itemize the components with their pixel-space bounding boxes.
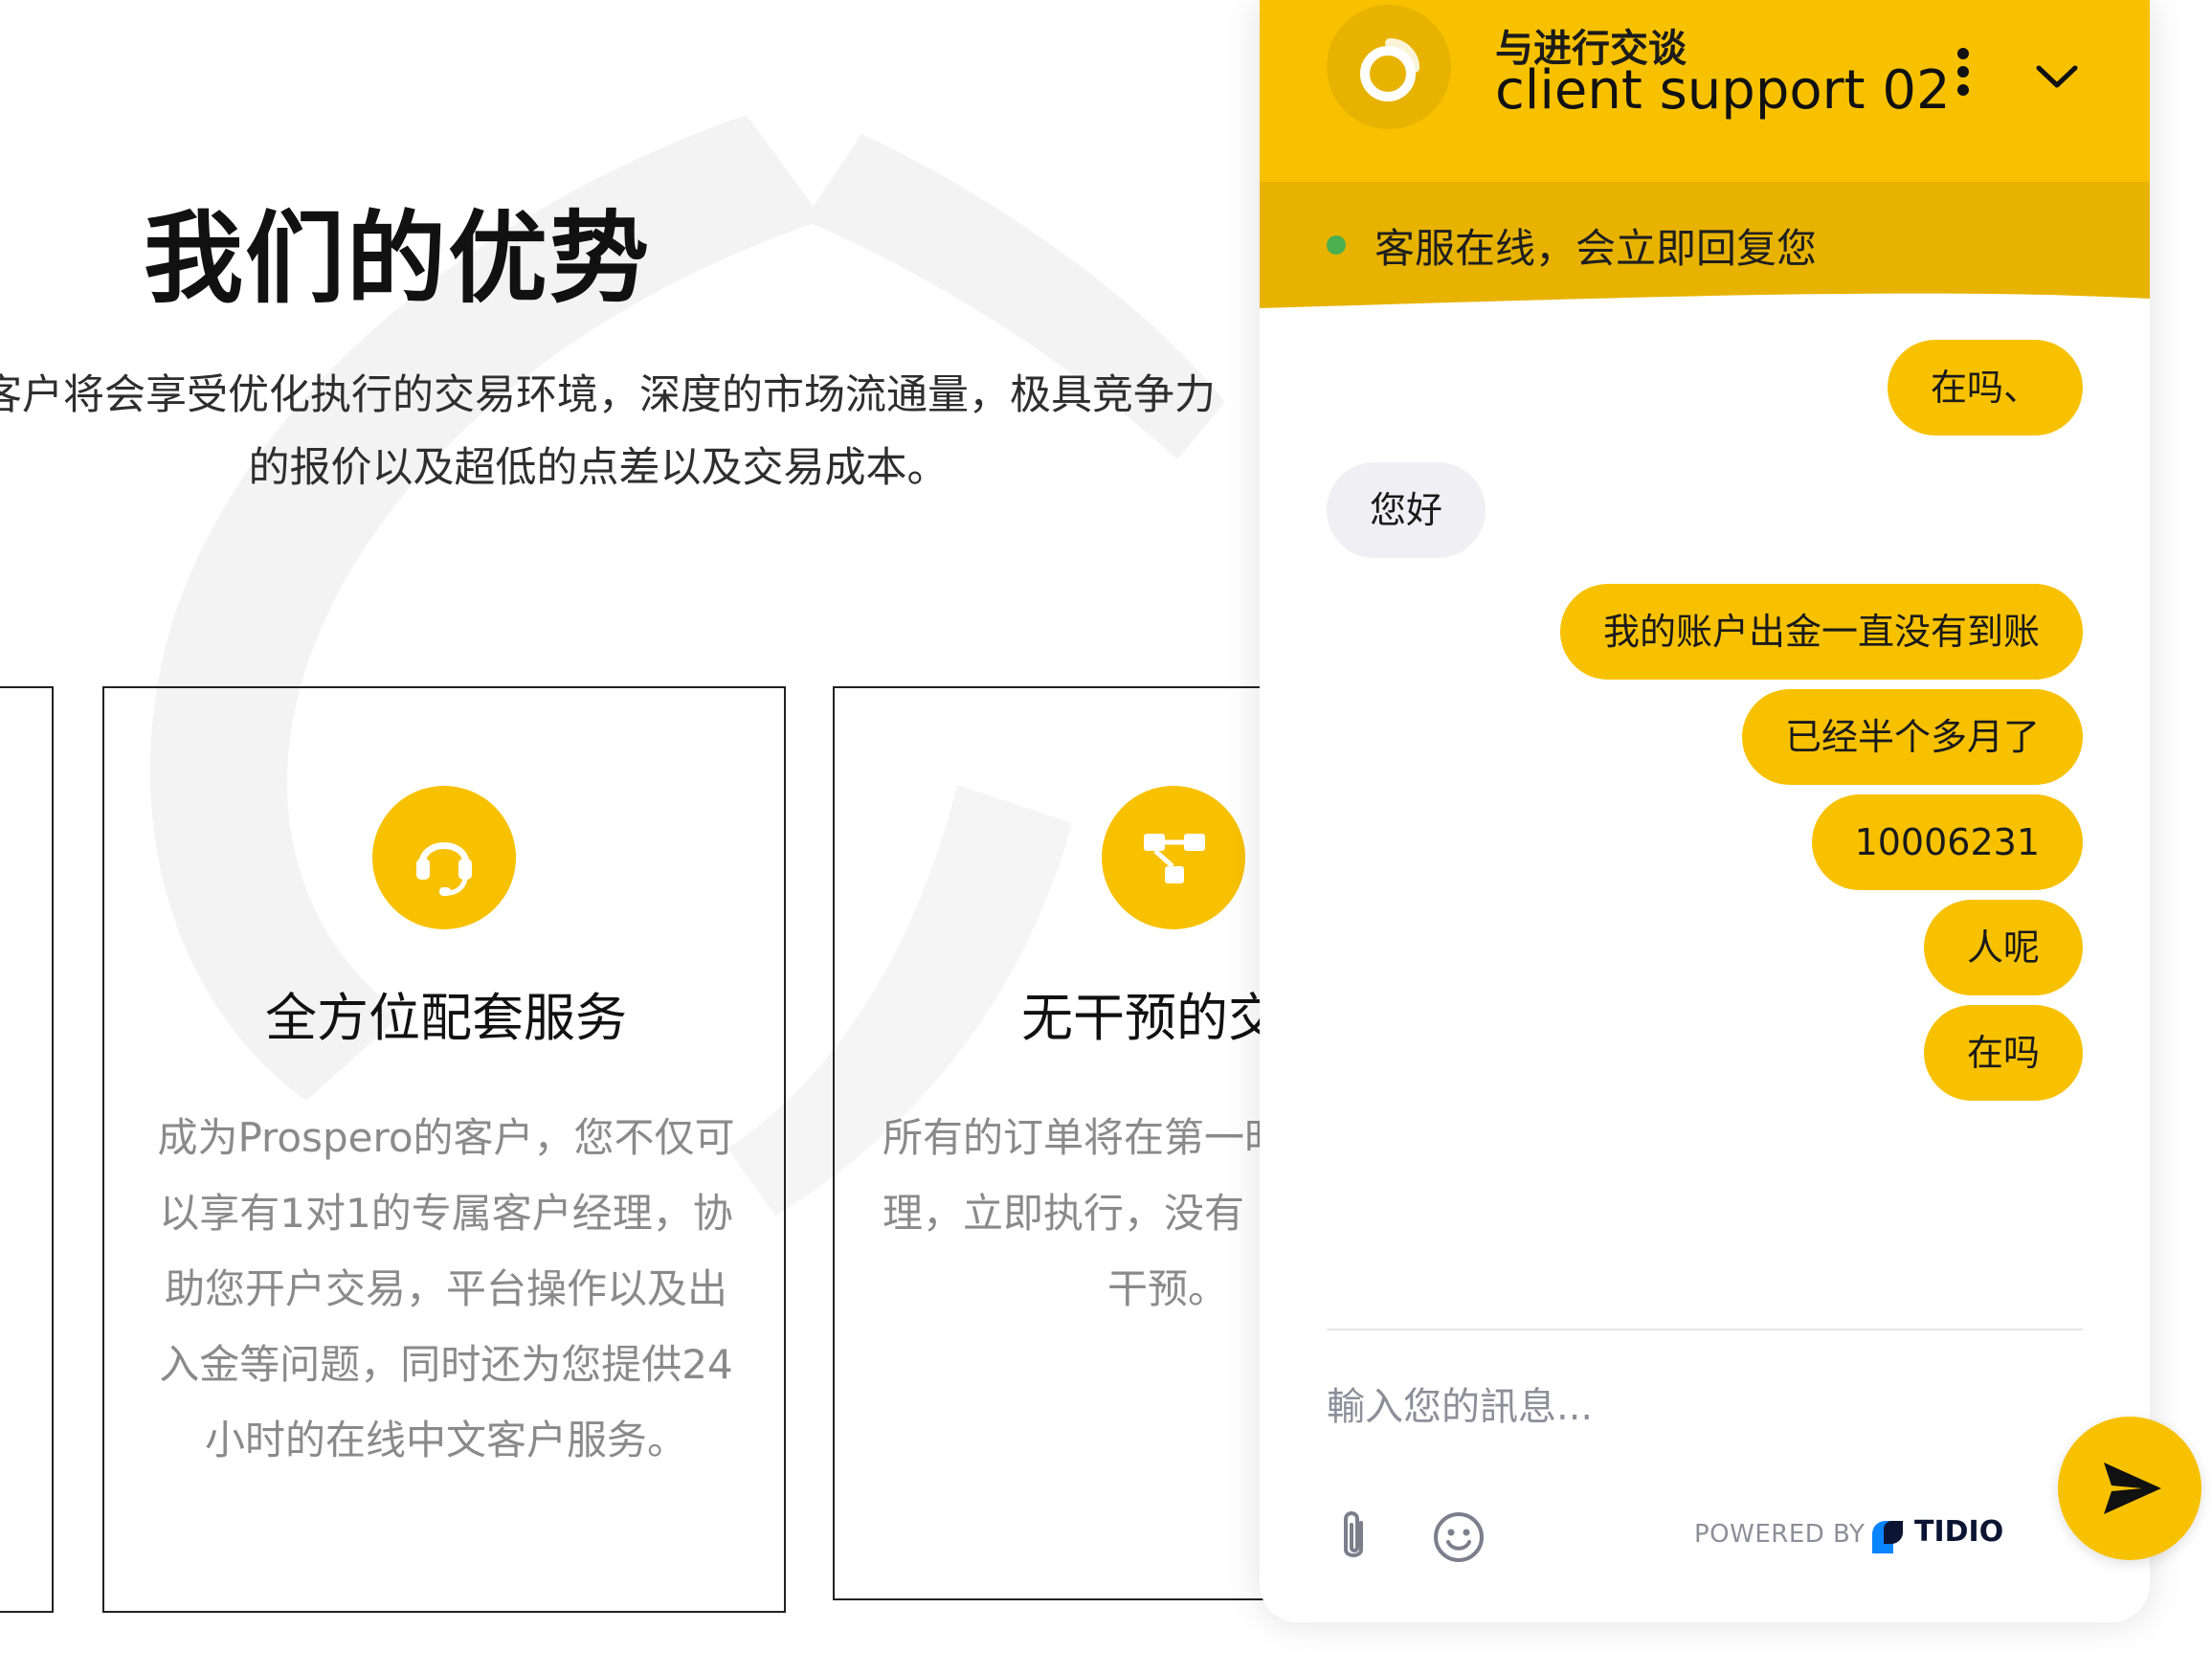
section-title: 我们的优势 (144, 200, 652, 317)
chevron-down-icon[interactable] (2033, 53, 2081, 100)
headset-icon (372, 786, 516, 929)
card-text: 所有的订单将在第一时 理，立即执行，没有 干预。 (883, 1100, 1273, 1327)
feature-card-service: 全方位配套服务 成为Prospero的客户，您不仅可 以享有1对1的专属客户经理… (102, 686, 786, 1613)
description-line: 的报价以及超低的点差以及交易成本。 (248, 444, 949, 492)
tidio-avatar-icon (1327, 5, 1451, 129)
section-description: 客户将会享受优化执行的交易环境，深度的市场流通量，极具竞争力 的报价以及超低的点… (0, 359, 1235, 504)
compose-divider (1327, 1329, 2083, 1330)
card-text-line: 以享有1对1的专属客户经理，协 (159, 1190, 733, 1237)
card-title: 无干预的交 (1021, 988, 1273, 1048)
card-text: 成为Prospero的客户，您不仅可 以享有1对1的专属客户经理，协 助您开户交… (133, 1100, 759, 1478)
status-text: 客服在线，会立即回复您 (1374, 225, 1818, 272)
card-title: 全方位配套服务 (265, 988, 627, 1048)
message-bubble-incoming: 您好 (1327, 462, 1486, 558)
feature-card-execution: 无干预的交 所有的订单将在第一时 理，立即执行，没有 干预。 (833, 686, 1273, 1600)
more-vertical-icon[interactable] (1949, 46, 1977, 103)
card-text-line: 所有的订单将在第一时 (883, 1114, 1273, 1161)
card-text-line: 入金等问题，同时还为您提供24 (159, 1341, 733, 1388)
send-icon (2104, 1463, 2161, 1514)
send-button[interactable] (2058, 1417, 2201, 1560)
message-bubble-outgoing: 人呢 (1923, 900, 2083, 995)
feature-card-partial (0, 686, 54, 1613)
message-bubble-outgoing: 在吗 (1923, 1005, 2083, 1101)
workflow-icon (1102, 786, 1245, 929)
message-bubble-outgoing: 我的账户出金一直没有到账 (1559, 584, 2083, 680)
message-input[interactable] (1327, 1369, 1997, 1445)
card-text-line: 理，立即执行，没有 (883, 1190, 1245, 1237)
message-bubble-outgoing: 在吗、 (1887, 340, 2083, 436)
tidio-logo-icon (1866, 1515, 1909, 1557)
card-text-line: 助您开户交易，平台操作以及出 (164, 1265, 727, 1312)
card-text-line: 小时的在线中文客户服务。 (204, 1417, 687, 1463)
message-bubble-outgoing: 已经半个多月了 (1741, 689, 2083, 785)
online-status-dot (1327, 235, 1346, 255)
chat-agent-name: client support 02 (1495, 59, 1951, 122)
tidio-brand-name: TIDIO (1914, 1515, 2004, 1549)
chat-status-bar: 客服在线，会立即回复您 (1260, 182, 2150, 321)
card-text-line: 成为Prospero的客户，您不仅可 (157, 1114, 735, 1161)
powered-by-label: POWERED BY (1694, 1520, 1866, 1549)
message-bubble-outgoing: 10006231 (1811, 794, 2083, 890)
paperclip-icon[interactable] (1334, 1508, 1373, 1565)
card-text-line: 干预。 (1107, 1265, 1229, 1312)
smiley-icon[interactable] (1432, 1510, 1486, 1564)
description-line: 客户将会享受优化执行的交易环境，深度的市场流通量，极具竞争力 (0, 371, 1216, 419)
chat-widget: 与进行交谈 client support 02 客服在线，会立即回复您 在吗、 … (1260, 0, 2150, 1622)
